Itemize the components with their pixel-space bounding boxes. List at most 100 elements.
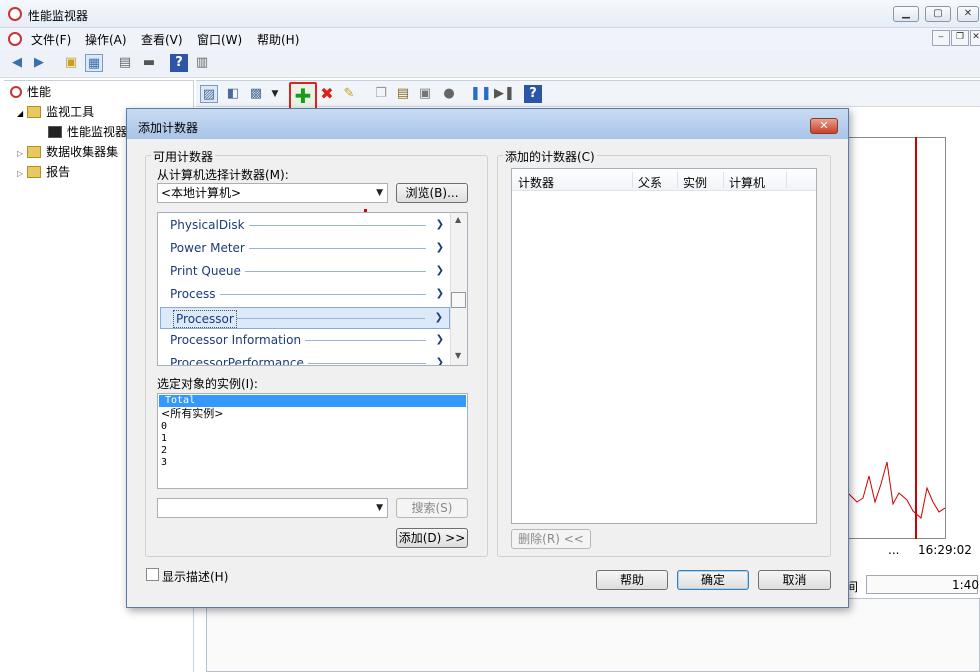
- maximize-button[interactable]: ▢: [925, 6, 951, 22]
- update-data-icon[interactable]: ▶❚: [494, 85, 515, 103]
- tree-item-data-collector-sets[interactable]: ▷ 数据收集器集: [17, 143, 118, 160]
- dialog-close-button[interactable]: ✕: [810, 118, 838, 134]
- show-hide-tree-icon[interactable]: ▦: [85, 54, 103, 72]
- counter-list-scrollbar[interactable]: ▲ ▼: [450, 213, 467, 365]
- collapsed-icon[interactable]: ▷: [17, 149, 23, 158]
- menu-file[interactable]: 文件(F): [31, 31, 71, 48]
- instance-item[interactable]: 2: [161, 445, 167, 457]
- freeze-display-icon[interactable]: ❚❚: [470, 85, 492, 103]
- chevron-down-icon[interactable]: ❯: [436, 353, 444, 365]
- chevron-down-icon[interactable]: ❯: [436, 215, 444, 235]
- forward-icon[interactable]: ▶: [30, 54, 48, 72]
- menu-action[interactable]: 操作(A): [85, 31, 127, 48]
- chevron-down-icon[interactable]: ❯: [436, 238, 444, 258]
- cancel-button[interactable]: 取消: [758, 570, 831, 590]
- tree-item-perf-monitor[interactable]: 性能监视器: [48, 123, 127, 140]
- counter-item-physicaldisk[interactable]: PhysicalDisk ❯: [158, 215, 450, 237]
- counter-trace: [848, 461, 946, 519]
- add-counter-icon[interactable]: ✚: [289, 82, 317, 110]
- counter-item-processor[interactable]: Processor ❯: [160, 307, 450, 329]
- menu-help[interactable]: 帮助(H): [257, 31, 299, 48]
- column-header-computer[interactable]: 计算机: [729, 174, 765, 191]
- available-counters-label: 可用计数器: [151, 148, 216, 165]
- scroll-down-icon[interactable]: ▼: [455, 351, 461, 360]
- search-button[interactable]: 搜索(S): [396, 498, 468, 518]
- collapsed-icon[interactable]: ▷: [17, 169, 23, 178]
- tree-item-monitoring-tools[interactable]: ◢ 监视工具: [17, 103, 94, 120]
- counter-item-processorperformance[interactable]: ProcessorPerformance ❯: [158, 353, 450, 365]
- instances-label: 选定对象的实例(I):: [157, 377, 258, 391]
- counter-item-print-queue[interactable]: Print Queue ❯: [158, 261, 450, 283]
- column-divider: [632, 172, 633, 188]
- column-header-instance[interactable]: 实例: [683, 174, 707, 191]
- instance-list[interactable]: Total <所有实例> 0 1 2 3: [157, 393, 468, 489]
- counter-item-power-meter[interactable]: Power Meter ❯: [158, 238, 450, 260]
- copy-properties-icon[interactable]: ❐: [372, 85, 390, 103]
- counter-list[interactable]: PhysicalDisk ❯ Power Meter ❯ Print Queue ❯ …: [157, 212, 468, 366]
- chevron-down-icon[interactable]: ❯: [436, 330, 444, 350]
- delete-icon[interactable]: ✖: [318, 85, 336, 103]
- minimize-button[interactable]: ▁: [893, 6, 919, 22]
- highlight-icon[interactable]: ✎: [340, 85, 358, 103]
- graph-type-dropdown-icon[interactable]: ▼: [266, 85, 284, 103]
- select-from-label: 从计算机选择计数器(M):: [157, 168, 289, 182]
- instance-item[interactable]: <所有实例>: [161, 408, 223, 420]
- time-cursor-line: [915, 137, 917, 539]
- properties-icon[interactable]: ▣: [416, 85, 434, 103]
- menu-window[interactable]: 窗口(W): [197, 31, 242, 48]
- window-titlebar: [0, 0, 980, 28]
- instance-item[interactable]: 3: [161, 457, 167, 469]
- tree-item-reports[interactable]: ▷ 报告: [17, 163, 70, 180]
- added-counters-table[interactable]: [511, 168, 817, 524]
- column-header-counter[interactable]: 计数器: [518, 174, 554, 191]
- view-log-data-icon[interactable]: ◧: [224, 85, 242, 103]
- up-folder-icon[interactable]: ▣: [62, 54, 80, 72]
- dialog-titlebar: [127, 109, 848, 139]
- mdi-minimize-button[interactable]: ‒: [932, 30, 950, 46]
- added-counters-label: 添加的计数器(C): [503, 148, 597, 165]
- mdi-restore-button[interactable]: ❐: [951, 30, 969, 46]
- console-icon[interactable]: ▥: [193, 54, 211, 72]
- properties-icon[interactable]: ▤: [116, 54, 134, 72]
- counter-item-processor-information[interactable]: Processor Information ❯: [158, 330, 450, 352]
- print-icon[interactable]: ▬: [140, 54, 158, 72]
- change-graph-type-icon[interactable]: ▩: [247, 85, 265, 103]
- column-header-parent[interactable]: 父系: [638, 174, 662, 191]
- close-window-button[interactable]: ✕: [957, 6, 979, 22]
- computer-combobox[interactable]: <本地计算机> ▼: [157, 183, 388, 203]
- computer-value: <本地计算机>: [161, 186, 242, 200]
- duration-value: 1:40: [952, 578, 979, 592]
- menu-view[interactable]: 查看(V): [141, 31, 183, 48]
- add-button[interactable]: 添加(D) >>: [396, 528, 468, 548]
- chevron-down-icon[interactable]: ▼: [376, 184, 383, 202]
- show-description-label: 显示描述(H): [162, 570, 229, 584]
- expanded-icon[interactable]: ◢: [17, 109, 23, 118]
- mdi-close-button[interactable]: ✕: [970, 30, 980, 46]
- chevron-down-icon[interactable]: ▼: [376, 499, 383, 517]
- search-combobox[interactable]: ▼: [157, 498, 388, 518]
- chevron-down-icon[interactable]: ❯: [436, 261, 444, 281]
- document-icon[interactable]: [8, 32, 22, 46]
- help-button[interactable]: 帮助: [596, 570, 668, 590]
- instance-item[interactable]: 1: [161, 433, 167, 445]
- instance-item[interactable]: Total: [159, 395, 466, 407]
- view-current-activity-icon[interactable]: ▨: [200, 85, 218, 103]
- back-icon[interactable]: ◀: [8, 54, 26, 72]
- folder-icon: [27, 146, 42, 158]
- time-start-label: ...: [888, 543, 900, 557]
- ok-button[interactable]: 确定: [677, 570, 749, 590]
- chevron-down-icon[interactable]: ❯: [435, 308, 443, 328]
- remove-button[interactable]: 删除(R) <<: [511, 529, 591, 549]
- help-icon[interactable]: ?: [524, 85, 542, 103]
- scroll-up-icon[interactable]: ▲: [455, 215, 461, 224]
- scroll-thumb[interactable]: [451, 292, 466, 308]
- instance-item[interactable]: 0: [161, 421, 167, 433]
- paste-counter-list-icon[interactable]: ▤: [394, 85, 412, 103]
- help-icon[interactable]: ?: [170, 54, 188, 72]
- browse-button[interactable]: 浏览(B)...: [396, 183, 468, 203]
- tree-item-performance[interactable]: 性能: [10, 83, 51, 100]
- zoom-icon[interactable]: ●: [440, 85, 458, 103]
- counter-item-process[interactable]: Process ❯: [158, 284, 450, 306]
- chevron-down-icon[interactable]: ❯: [436, 284, 444, 304]
- show-description-checkbox[interactable]: [146, 568, 159, 581]
